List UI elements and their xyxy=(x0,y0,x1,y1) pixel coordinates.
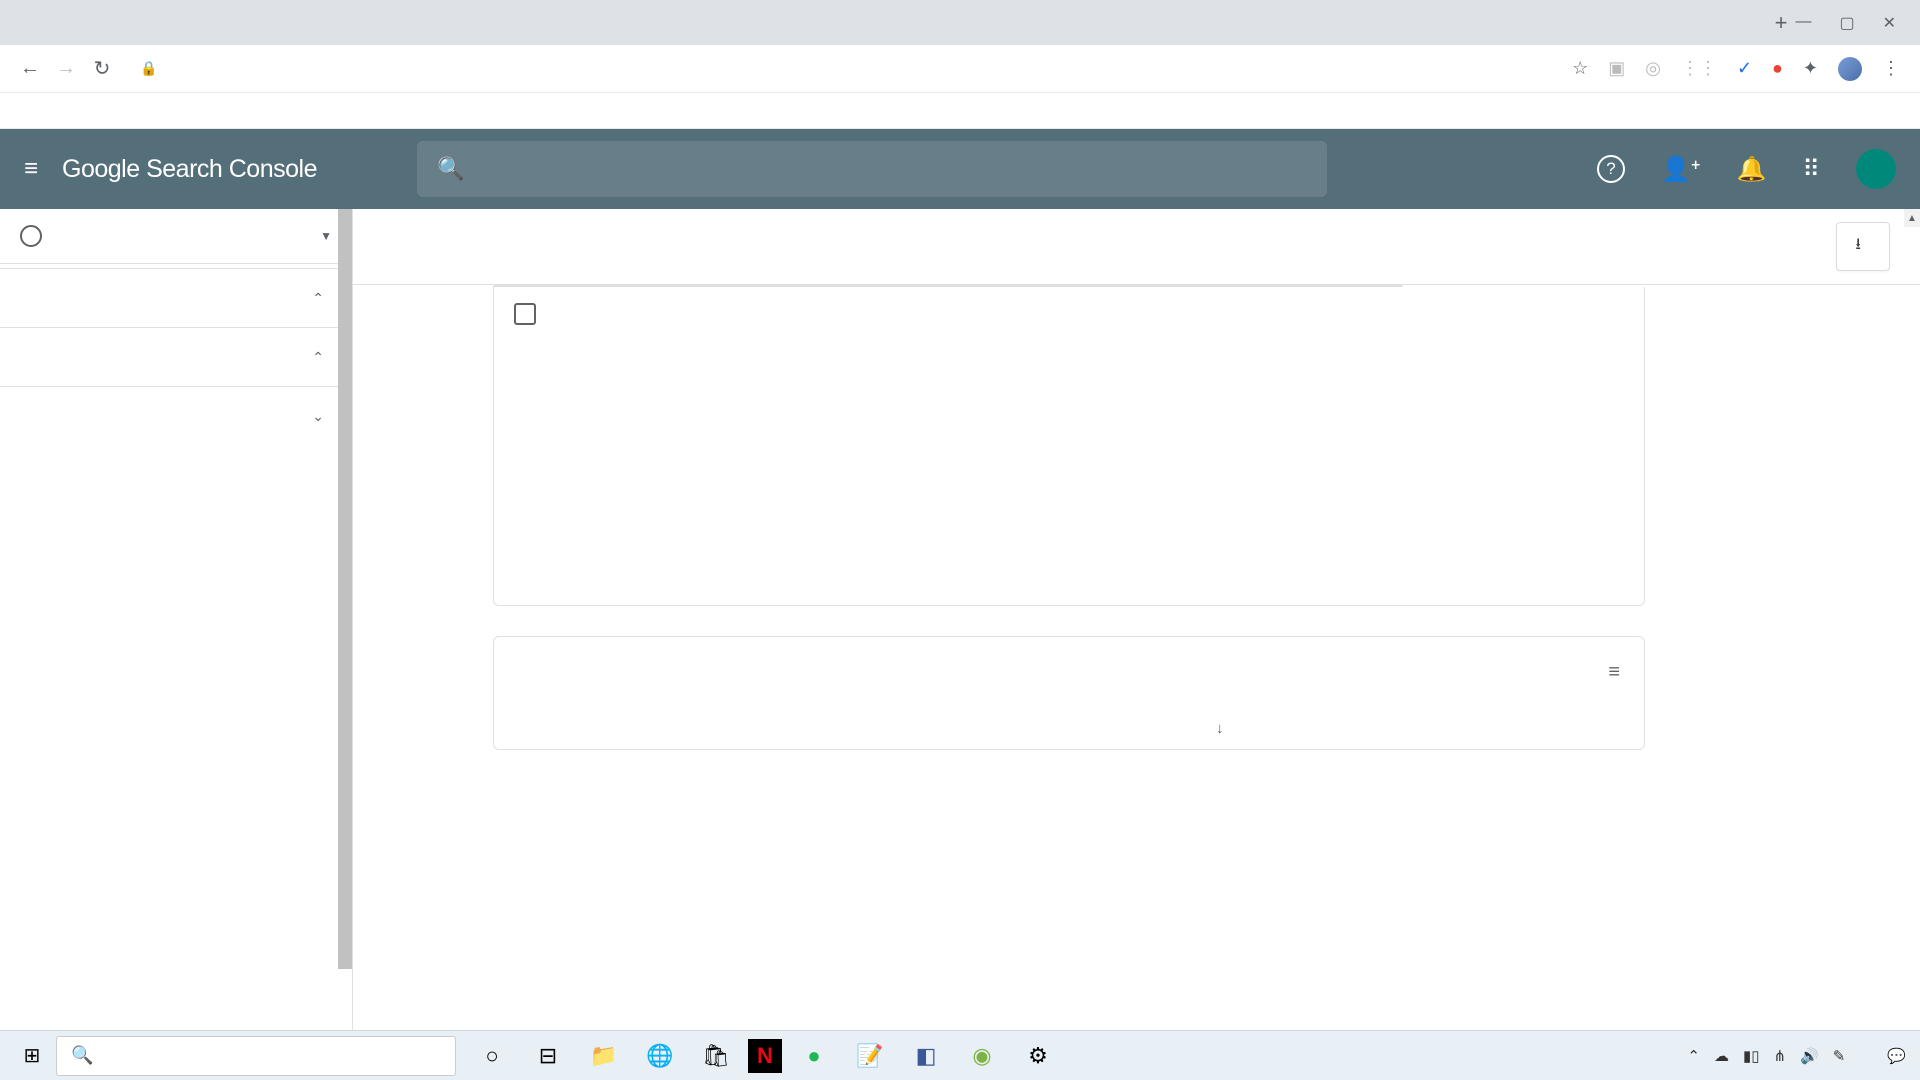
main-content: ⭳ ≡ xyxy=(353,209,1920,1030)
minimize-button[interactable]: — xyxy=(1795,13,1811,33)
browser-tab-strip: + — ▢ ✕ xyxy=(0,0,1920,45)
table-header: ↓ xyxy=(518,708,1620,749)
url-field[interactable]: 🔒 xyxy=(140,60,1562,77)
notes-icon[interactable]: 📝 xyxy=(846,1035,894,1077)
section-enhancements[interactable]: ⌃ xyxy=(0,332,352,382)
section-security[interactable]: ⌄ xyxy=(0,391,352,441)
ext-icon-1[interactable]: ▣ xyxy=(1608,58,1625,79)
lock-icon: 🔒 xyxy=(140,60,157,77)
property-selector[interactable]: ▼ xyxy=(0,209,352,264)
ext-icon-3[interactable]: ⋮⋮ xyxy=(1681,58,1717,79)
chrome-menu-icon[interactable]: ⋮ xyxy=(1882,58,1900,79)
ext-icon-4[interactable]: ✓ xyxy=(1737,58,1752,79)
taskbar-search[interactable]: 🔍 xyxy=(56,1036,456,1076)
sidebar-scrollbar[interactable] xyxy=(338,209,352,969)
content-scrollbar[interactable]: ▲ xyxy=(1904,209,1920,1030)
col-validation[interactable]: ↓ xyxy=(1208,720,1388,737)
reload-button[interactable]: ↻ xyxy=(84,51,120,87)
section-index[interactable]: ⌃ xyxy=(0,273,352,323)
taskbar-apps: ○ ⊟ 📁 🌐 🛍 N ● 📝 ◧ ◉ ⚙ xyxy=(468,1035,1062,1077)
chevron-down-icon: ▼ xyxy=(320,229,332,243)
new-tab-button[interactable]: + xyxy=(1767,10,1796,36)
tray-chevron-icon[interactable]: ⌃ xyxy=(1687,1047,1700,1065)
profile-avatar[interactable] xyxy=(1838,57,1862,81)
col-type[interactable] xyxy=(668,720,1208,737)
action-center-icon[interactable]: 💬 xyxy=(1887,1047,1906,1065)
globe-icon xyxy=(20,225,42,247)
impressions-toggle[interactable] xyxy=(514,303,1624,325)
windows-taskbar: ⊞ 🔍 ○ ⊟ 📁 🌐 🛍 N ● 📝 ◧ ◉ ⚙ ⌃ ☁ ▮▯ ⋔ 🔊 ✎ 💬 xyxy=(0,1030,1920,1080)
export-button[interactable]: ⭳ xyxy=(1836,222,1890,271)
sort-down-icon: ↓ xyxy=(1216,720,1224,737)
start-button[interactable]: ⊞ xyxy=(8,1036,56,1076)
chevron-up-icon: ⌃ xyxy=(312,349,324,366)
volume-icon[interactable]: 🔊 xyxy=(1800,1047,1819,1065)
chevron-down-icon: ⌄ xyxy=(312,408,324,425)
onedrive-icon[interactable]: ☁ xyxy=(1714,1047,1729,1065)
notifications-icon[interactable]: 🔔 xyxy=(1737,155,1767,184)
sidebar: ▼ ⌃ ⌃ ⌄ xyxy=(0,209,353,1030)
app-icon-1[interactable]: ◧ xyxy=(902,1035,950,1077)
taskview-icon[interactable]: ⊟ xyxy=(524,1035,572,1077)
wifi-icon[interactable]: ⋔ xyxy=(1773,1047,1786,1065)
app-logo: Google Search Console xyxy=(62,155,317,184)
chrome-icon[interactable]: 🌐 xyxy=(636,1035,684,1077)
store-icon[interactable]: 🛍 xyxy=(692,1035,740,1077)
address-bar: ← → ↻ 🔒 ☆ ▣ ◎ ⋮⋮ ✓ ● ✦ ⋮ xyxy=(0,45,1920,93)
spotify-icon[interactable]: ● xyxy=(790,1035,838,1077)
cortana-icon[interactable]: ○ xyxy=(468,1035,516,1077)
app-icon-2[interactable]: ◉ xyxy=(958,1035,1006,1077)
close-window-button[interactable]: ✕ xyxy=(1883,13,1896,33)
help-icon[interactable]: ? xyxy=(1597,155,1625,183)
bookmarks-bar xyxy=(0,93,1920,129)
details-card: ≡ ↓ xyxy=(493,636,1645,750)
settings-icon[interactable]: ⚙ xyxy=(1014,1035,1062,1077)
account-avatar[interactable] xyxy=(1856,149,1896,189)
users-icon[interactable]: 👤⁺ xyxy=(1661,155,1701,184)
coverage-chart xyxy=(514,341,1624,581)
col-pages[interactable] xyxy=(1578,720,1620,737)
explorer-icon[interactable]: 📁 xyxy=(580,1035,628,1077)
app-header: ≡ Google Search Console 🔍 ? 👤⁺ 🔔 ⠿ xyxy=(0,129,1920,209)
col-trend[interactable] xyxy=(1388,720,1578,737)
window-controls: — ▢ ✕ xyxy=(1795,13,1912,33)
apps-grid-icon[interactable]: ⠿ xyxy=(1802,155,1820,184)
forward-button[interactable]: → xyxy=(48,51,84,87)
ext-icon-2[interactable]: ◎ xyxy=(1645,58,1661,79)
menu-icon[interactable]: ≡ xyxy=(24,155,38,183)
maximize-button[interactable]: ▢ xyxy=(1839,13,1854,33)
back-button[interactable]: ← xyxy=(12,51,48,87)
checkbox-icon xyxy=(514,303,536,325)
netflix-icon[interactable]: N xyxy=(748,1039,782,1073)
search-icon: 🔍 xyxy=(437,156,464,182)
input-icon[interactable]: ✎ xyxy=(1833,1047,1846,1065)
star-icon[interactable]: ☆ xyxy=(1572,58,1588,79)
battery-icon[interactable]: ▮▯ xyxy=(1743,1047,1760,1065)
chart-card xyxy=(493,287,1645,606)
filter-icon[interactable]: ≡ xyxy=(1608,661,1620,684)
search-icon: 🔍 xyxy=(71,1045,93,1066)
extensions-icon[interactable]: ✦ xyxy=(1803,58,1818,79)
ext-icon-5[interactable]: ● xyxy=(1772,58,1783,79)
download-icon: ⭳ xyxy=(1855,233,1861,260)
chevron-up-icon: ⌃ xyxy=(312,290,324,307)
col-status[interactable] xyxy=(518,720,668,737)
url-inspect-search[interactable]: 🔍 xyxy=(417,141,1327,197)
